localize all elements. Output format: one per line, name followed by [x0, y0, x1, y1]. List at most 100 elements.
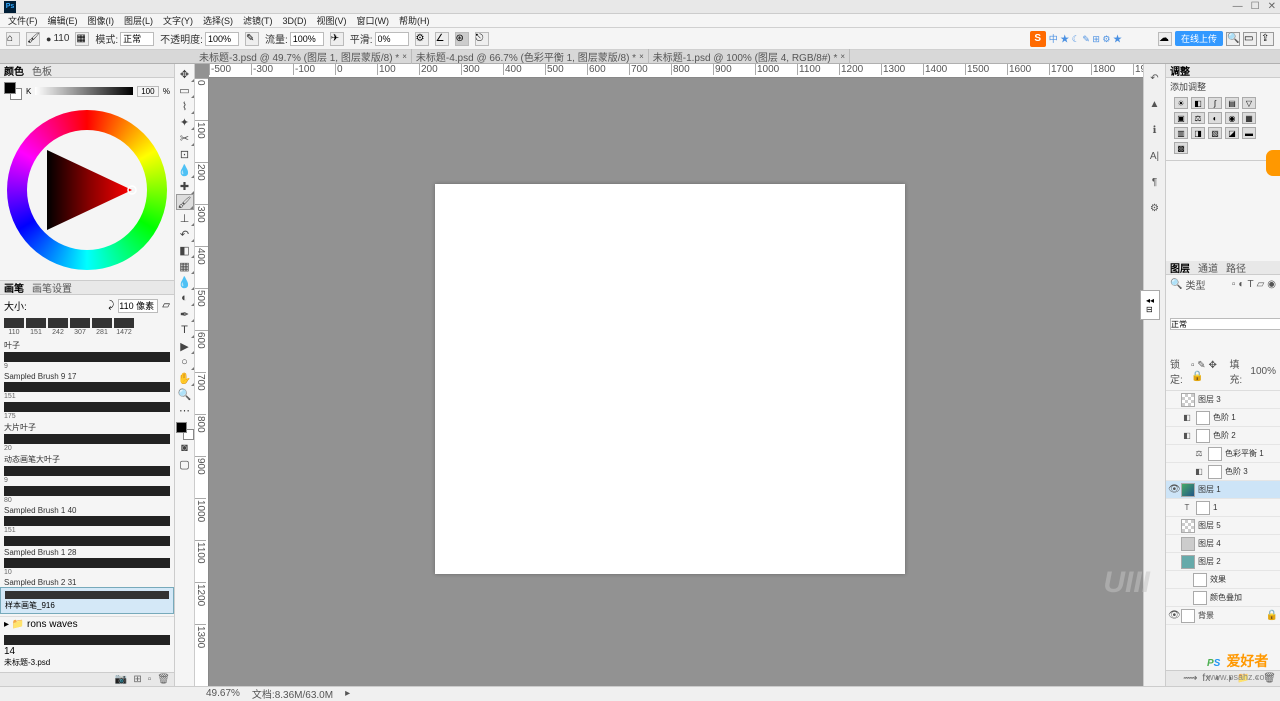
menu-window[interactable]: 窗口(W)	[353, 14, 394, 27]
filter-type-icon[interactable]: T	[1247, 279, 1253, 290]
brush-item[interactable]: 大片叶子20	[4, 422, 170, 452]
move-tool[interactable]: ✥	[176, 66, 194, 82]
gradient-tool[interactable]: ▦	[176, 258, 194, 274]
edit-toolbar[interactable]: ⋯	[176, 402, 194, 418]
brush-size-preview[interactable]: ● 110	[46, 33, 69, 44]
marquee-tool[interactable]: ▭	[176, 82, 194, 98]
tab-brush-settings[interactable]: 画笔设置	[32, 280, 72, 295]
menu-image[interactable]: 图像(I)	[84, 14, 119, 27]
maximize-icon[interactable]: ☐	[1251, 1, 1260, 12]
symmetry-icon[interactable]: ⎋	[475, 32, 489, 46]
menu-help[interactable]: 帮助(H)	[395, 14, 434, 27]
live-tip-icon[interactable]: ▱	[162, 300, 170, 311]
brush-item[interactable]: Sampled Brush 1 40151	[4, 506, 170, 534]
invert-icon[interactable]: ◨	[1191, 127, 1205, 139]
snapshot-icon[interactable]: 📷	[115, 674, 127, 685]
layer-row[interactable]: 图层 3	[1166, 391, 1280, 409]
properties-icon[interactable]: ⚙	[1147, 200, 1163, 216]
brush-tool[interactable]: 🖌	[176, 194, 194, 210]
layer-row[interactable]: 👁图层 1	[1166, 481, 1280, 499]
layer-row[interactable]: ◧色阶 3	[1166, 463, 1280, 481]
airbrush-icon[interactable]: ✈	[330, 32, 344, 46]
brush-selected[interactable]: 样本画笔_916	[0, 587, 174, 614]
vibrance-icon[interactable]: ▽	[1242, 97, 1256, 109]
doc-tab-3[interactable]: 未标题-1.psd @ 100% (图层 4, RGB/8#) *×	[649, 49, 850, 64]
filter-pixel-icon[interactable]: ▫	[1232, 279, 1236, 290]
eyedropper-tool[interactable]: 💧	[176, 162, 194, 178]
link-icon[interactable]: ⟿	[1183, 673, 1197, 684]
history-icon[interactable]: ↶	[1147, 70, 1163, 86]
filter-shape-icon[interactable]: ▱	[1257, 279, 1265, 290]
pressure-opacity-icon[interactable]: ✎	[245, 32, 259, 46]
brightness-icon[interactable]: ☀	[1174, 97, 1188, 109]
brush-item[interactable]: 动态画笔大叶子9	[4, 454, 170, 484]
flow-input[interactable]	[290, 32, 324, 46]
layer-row[interactable]: 图层 5	[1166, 517, 1280, 535]
info-icon[interactable]: ℹ	[1147, 122, 1163, 138]
paragraph-icon[interactable]: ¶	[1147, 174, 1163, 190]
curves-icon[interactable]: ∫	[1208, 97, 1222, 109]
layer-row[interactable]: 颜色叠加	[1166, 589, 1280, 607]
cloud-icon[interactable]: ☁	[1158, 32, 1172, 46]
share-icon[interactable]: ⇪	[1260, 32, 1274, 46]
zoom-value[interactable]: 49.67%	[206, 688, 240, 699]
layer-row[interactable]: ⚖色彩平衡 1	[1166, 445, 1280, 463]
brush-settings-icon[interactable]: ▦	[75, 32, 89, 46]
layer-row[interactable]: ◧色阶 1	[1166, 409, 1280, 427]
pen-tool[interactable]: ✒	[176, 306, 194, 322]
tab-brush[interactable]: 画笔	[4, 280, 24, 295]
online-upload-button[interactable]: 在线上传	[1175, 31, 1223, 46]
colorbalance-icon[interactable]: ⚖	[1191, 112, 1205, 124]
blend-mode-select[interactable]	[1170, 318, 1280, 330]
tab-paths[interactable]: 路径	[1226, 260, 1246, 275]
new-brush-icon[interactable]: ⊞	[133, 674, 141, 685]
layer-row[interactable]: 👁背景🔒	[1166, 607, 1280, 625]
minimize-icon[interactable]: —	[1233, 1, 1243, 12]
path-select-tool[interactable]: ▶	[176, 338, 194, 354]
histogram-icon[interactable]: ▲	[1147, 96, 1163, 112]
color-wheel[interactable]	[7, 110, 167, 270]
menu-file[interactable]: 文件(F)	[4, 14, 42, 27]
mode-select[interactable]	[120, 32, 154, 46]
tab-color[interactable]: 颜色	[4, 63, 24, 78]
brush-item[interactable]	[4, 536, 170, 546]
tool-fg-bg-swatch[interactable]	[176, 422, 194, 440]
brush-preset[interactable]: 110	[4, 318, 24, 336]
brush-preset[interactable]: 242	[48, 318, 68, 336]
visibility-icon[interactable]: 👁	[1168, 610, 1178, 621]
pressure-size-icon[interactable]: ⊛	[455, 32, 469, 46]
smooth-input[interactable]	[375, 32, 409, 46]
channelmixer-icon[interactable]: ▦	[1242, 112, 1256, 124]
lock-icons[interactable]: ▫ ✎ ✥ 🔒	[1191, 360, 1223, 382]
character-icon[interactable]: A|	[1147, 148, 1163, 164]
brush-folder[interactable]: rons waves	[27, 619, 78, 630]
quick-select-tool[interactable]: ✦	[176, 114, 194, 130]
layer-row[interactable]: T1	[1166, 499, 1280, 517]
brush-preset[interactable]: 151	[26, 318, 46, 336]
brush-tool-icon[interactable]: 🖌	[26, 32, 40, 46]
posterize-icon[interactable]: ▧	[1208, 127, 1222, 139]
frame-tool[interactable]: ⊡	[176, 146, 194, 162]
gradient-map-icon[interactable]: ▬	[1242, 127, 1256, 139]
folder-icon[interactable]: ▸ 📁	[4, 619, 27, 630]
home-icon[interactable]: ⌂	[6, 32, 20, 46]
healing-tool[interactable]: ✚	[176, 178, 194, 194]
tab-channels[interactable]: 通道	[1198, 260, 1218, 275]
workspace-icon[interactable]: ▭	[1243, 32, 1257, 46]
filter-smart-icon[interactable]: ◉	[1267, 279, 1276, 290]
filter-adj-icon[interactable]: ◐	[1238, 279, 1244, 290]
type-tool[interactable]: T	[176, 322, 194, 338]
fill-value[interactable]: 100%	[1250, 366, 1276, 377]
k-slider[interactable]	[35, 87, 133, 95]
close-icon[interactable]: ×	[639, 52, 644, 61]
menu-select[interactable]: 选择(S)	[199, 14, 237, 27]
brush-preset[interactable]: 281	[92, 318, 112, 336]
crop-tool[interactable]: ✂	[176, 130, 194, 146]
dodge-tool[interactable]: ◐	[176, 290, 194, 306]
blur-tool[interactable]: 💧	[176, 274, 194, 290]
levels-icon[interactable]: ◧	[1191, 97, 1205, 109]
brush-list[interactable]: 叶子9Sampled Brush 9 17151175大片叶子20动态画笔大叶子…	[0, 338, 174, 587]
brush-item[interactable]: Sampled Brush 1 2810	[4, 548, 170, 576]
history-brush-tool[interactable]: ↶	[176, 226, 194, 242]
layer-list[interactable]: 图层 3◧色阶 1◧色阶 2⚖色彩平衡 1◧色阶 3👁图层 1T1图层 5图层 …	[1166, 391, 1280, 670]
